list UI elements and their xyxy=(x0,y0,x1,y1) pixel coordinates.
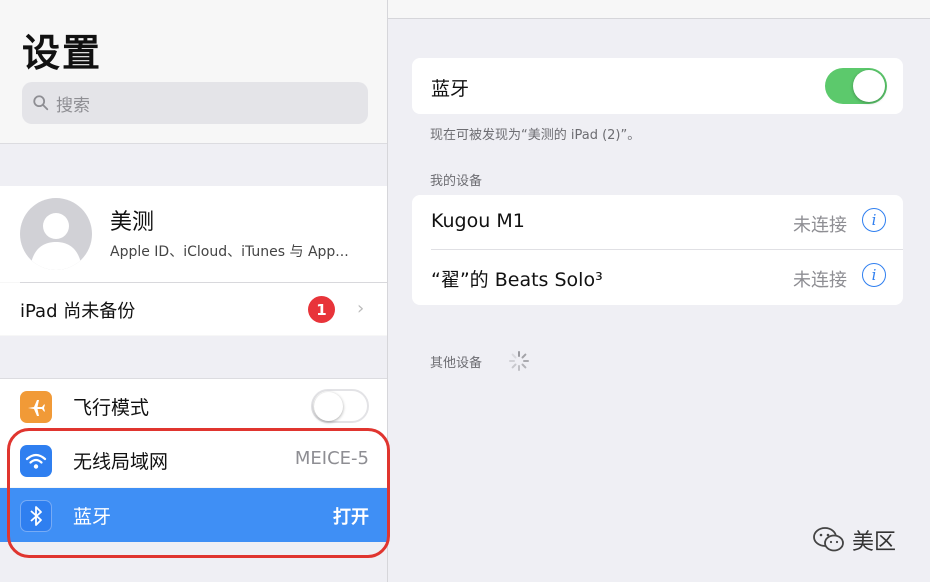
info-icon[interactable]: i xyxy=(862,208,886,232)
backup-label: iPad 尚未备份 xyxy=(20,301,136,322)
other-devices-header: 其他设备 xyxy=(430,356,483,371)
page-title: 设置 xyxy=(22,31,103,75)
my-devices-header: 我的设备 xyxy=(430,174,483,189)
bluetooth-icon xyxy=(20,500,52,532)
wechat-icon xyxy=(813,527,844,552)
device-row[interactable]: “翟”的 Beats Solo³ 未连接 i xyxy=(412,250,903,304)
airplane-icon xyxy=(20,391,52,423)
watermark-text: 美区 xyxy=(852,530,897,555)
device-row[interactable]: Kugou M1 未连接 i xyxy=(412,195,903,249)
watermark: 美区 xyxy=(812,524,896,556)
profile-subtitle: Apple ID、iCloud、iTunes 与 App... xyxy=(110,244,349,260)
airplane-mode-toggle[interactable] xyxy=(311,389,369,423)
bluetooth-label: 蓝牙 xyxy=(431,78,470,100)
bluetooth-toggle-row: 蓝牙 xyxy=(412,58,903,114)
notification-badge: 1 xyxy=(308,296,335,323)
discoverable-note: 现在可被发现为“美测的 iPad (2)”。 xyxy=(430,128,641,143)
device-status: 未连接 xyxy=(793,215,847,236)
bluetooth-toggle[interactable] xyxy=(825,68,887,104)
sidebar-item-label: 飞行模式 xyxy=(73,397,150,419)
apple-id-profile-row[interactable]: 美测 Apple ID、iCloud、iTunes 与 App... xyxy=(0,186,387,282)
device-name: Kugou M1 xyxy=(431,210,525,232)
backup-warning-row[interactable]: iPad 尚未备份 1 › xyxy=(0,283,387,335)
wifi-network-name: MEICE-5 xyxy=(294,448,369,469)
chevron-right-icon: › xyxy=(357,298,365,319)
detail-nav-bar xyxy=(388,0,930,19)
loading-spinner-icon xyxy=(509,351,529,371)
search-input[interactable]: 搜索 xyxy=(22,82,368,124)
section-gap xyxy=(0,336,387,379)
wifi-icon xyxy=(20,445,52,477)
info-icon[interactable]: i xyxy=(862,263,886,287)
section-gap xyxy=(0,143,387,187)
device-status: 未连接 xyxy=(793,270,847,291)
avatar xyxy=(20,198,92,270)
sidebar-item-bluetooth[interactable]: 蓝牙 打开 xyxy=(0,488,387,542)
sidebar-item-label: 蓝牙 xyxy=(73,506,112,528)
section-gap xyxy=(0,542,387,582)
my-devices-list: Kugou M1 未连接 i “翟”的 Beats Solo³ 未连接 i xyxy=(412,195,903,305)
profile-name: 美测 xyxy=(110,210,155,235)
device-name: “翟”的 Beats Solo³ xyxy=(431,269,603,291)
settings-sidebar: 设置 搜索 美测 Apple ID、iCloud、iTunes 与 App...… xyxy=(0,0,388,582)
search-placeholder: 搜索 xyxy=(56,95,90,116)
sidebar-item-label: 无线局域网 xyxy=(73,451,169,473)
search-icon xyxy=(33,95,49,111)
sidebar-item-wifi[interactable]: 无线局域网 MEICE-5 xyxy=(0,433,387,487)
bluetooth-status: 打开 xyxy=(333,507,369,528)
sidebar-item-airplane-mode[interactable]: 飞行模式 xyxy=(0,379,387,433)
